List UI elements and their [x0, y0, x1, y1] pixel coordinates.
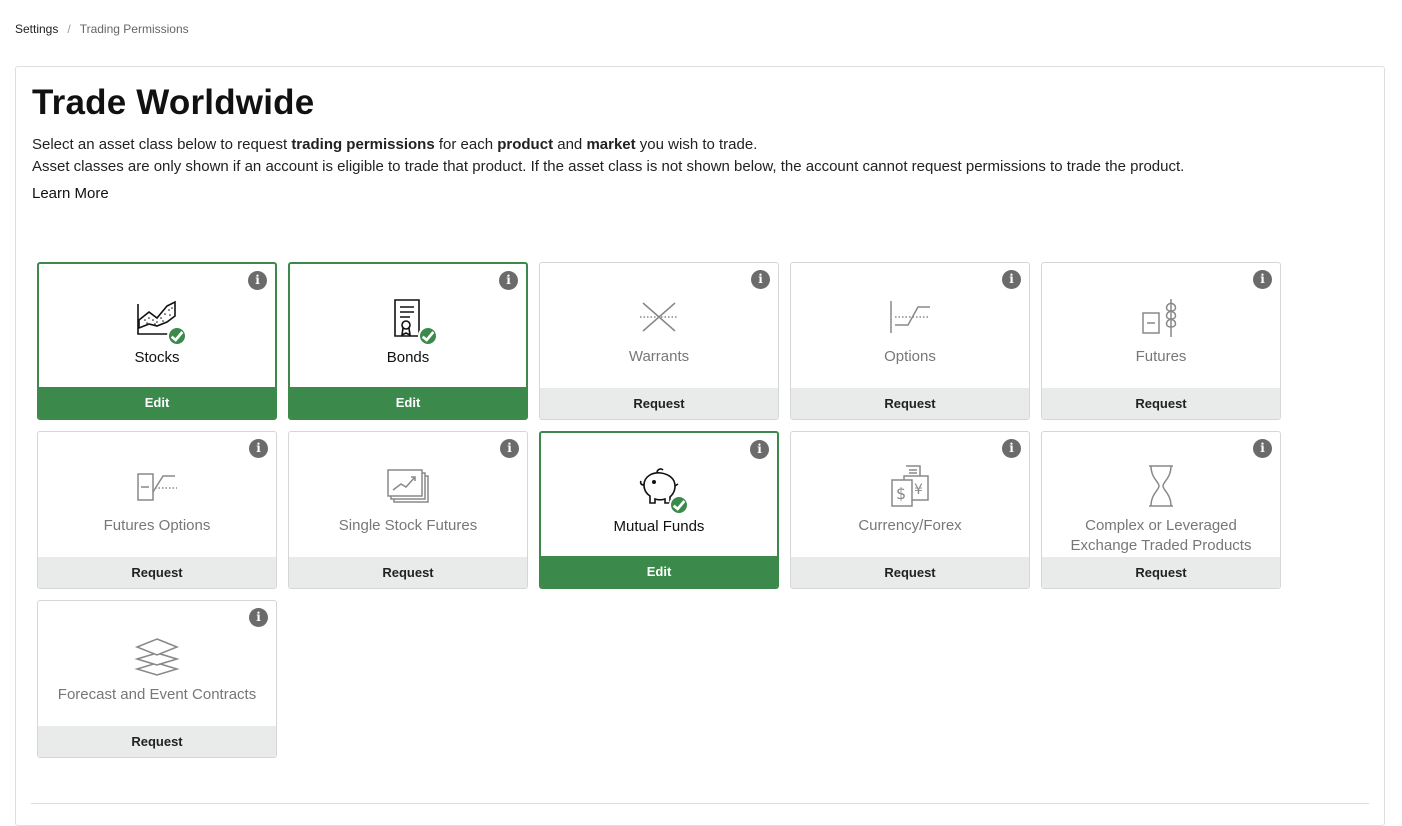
card-body: i Futures Options [38, 432, 276, 557]
card-warrants[interactable]: i Warrants Request [539, 262, 779, 420]
request-button[interactable]: Request [289, 557, 527, 588]
bonds-icon [384, 294, 438, 346]
info-icon[interactable]: i [750, 440, 769, 459]
request-button[interactable]: Request [791, 557, 1029, 588]
layers-icon [133, 631, 181, 679]
description-bold-product: product [497, 136, 554, 153]
card-complex-leveraged-etp[interactable]: i Complex or Leveraged Exchange Traded P… [1041, 431, 1281, 589]
info-icon[interactable]: i [499, 271, 518, 290]
request-button[interactable]: Request [791, 388, 1029, 419]
request-button[interactable]: Request [1042, 557, 1280, 588]
card-label: Options [884, 348, 936, 365]
card-label: Futures Options [103, 517, 211, 534]
description-bold-trading-permissions: trading permissions [291, 136, 435, 153]
request-button[interactable]: Request [1042, 388, 1280, 419]
edit-button[interactable]: Edit [541, 556, 777, 587]
description-text: for each [434, 136, 498, 153]
currency-icon: $ ¥ [886, 462, 934, 510]
request-button[interactable]: Request [38, 557, 276, 588]
card-mutual-funds[interactable]: i Mutual Funds Edit [539, 431, 779, 589]
card-forecast-event-contracts[interactable]: i Forecast and Event Contracts Request [37, 600, 277, 758]
request-button[interactable]: Request [540, 388, 778, 419]
breadcrumb-separator: / [67, 22, 71, 36]
info-icon[interactable]: i [1253, 439, 1272, 458]
card-body: i Options [791, 263, 1029, 388]
card-body: i Bonds [290, 264, 526, 387]
card-futures-options[interactable]: i Futures Options Request [37, 431, 277, 589]
futures-icon [1137, 293, 1185, 341]
card-body: i Complex or Leveraged Exchange Traded P… [1042, 432, 1280, 557]
card-currency-forex[interactable]: i $ ¥ Currency/Forex Request [790, 431, 1030, 589]
warrants-icon [635, 293, 683, 341]
info-icon[interactable]: i [1253, 270, 1272, 289]
card-label-line-1: Complex or Leveraged [1085, 517, 1237, 534]
futures-options-icon [133, 462, 181, 510]
card-body: i Forecast and Event Contracts [38, 601, 276, 726]
trading-permissions-panel: Trade Worldwide Select an asset class be… [15, 66, 1385, 826]
description-line-2: Asset classes are only shown if an accou… [32, 158, 1185, 175]
card-body: i Futures [1042, 263, 1280, 388]
svg-text:¥: ¥ [914, 482, 923, 498]
breadcrumb-settings-link[interactable]: Settings [15, 22, 58, 36]
breadcrumb: Settings / Trading Permissions [15, 22, 189, 36]
card-bonds[interactable]: i Bonds Edit [288, 262, 528, 420]
card-body: i Stocks [39, 264, 275, 387]
description-text: and [553, 136, 587, 153]
card-label: Forecast and Event Contracts [57, 686, 257, 703]
page-title: Trade Worldwide [32, 83, 315, 122]
card-label: Currency/Forex [858, 517, 962, 534]
card-label: Warrants [628, 348, 690, 365]
info-icon[interactable]: i [249, 608, 268, 627]
card-label: Single Stock Futures [338, 517, 478, 534]
card-options[interactable]: i Options Request [790, 262, 1030, 420]
checkmark-icon [167, 326, 187, 346]
hourglass-icon [1137, 462, 1185, 510]
checkmark-icon [418, 326, 438, 346]
single-stock-futures-icon [384, 462, 432, 510]
card-label: Mutual Funds [613, 518, 705, 535]
stocks-icon [133, 294, 187, 346]
page-description: Select an asset class below to request t… [32, 134, 1184, 178]
card-single-stock-futures[interactable]: i Single Stock Futures Request [288, 431, 528, 589]
card-label: Complex or Leveraged Exchange Traded Pro… [1063, 516, 1260, 556]
svg-text:$: $ [896, 484, 906, 503]
piggy-bank-icon [635, 463, 689, 515]
divider [31, 803, 1369, 804]
info-icon[interactable]: i [1002, 270, 1021, 289]
options-icon [886, 293, 934, 341]
description-bold-market: market [586, 136, 636, 153]
card-label-line-2: Exchange Traded Products [1070, 537, 1252, 554]
card-body: i Mutual Funds [541, 433, 777, 556]
card-stocks[interactable]: i Stocks Edit [37, 262, 277, 420]
edit-button[interactable]: Edit [290, 387, 526, 418]
card-body: i Warrants [540, 263, 778, 388]
info-icon[interactable]: i [249, 439, 268, 458]
request-button[interactable]: Request [38, 726, 276, 757]
info-icon[interactable]: i [248, 271, 267, 290]
card-label: Futures [1135, 348, 1187, 365]
description-line-1: Select an asset class below to request t… [32, 134, 1184, 156]
description-text: Select an asset class below to request [32, 136, 292, 153]
breadcrumb-current: Trading Permissions [79, 22, 189, 36]
info-icon[interactable]: i [1002, 439, 1021, 458]
description-text: you wish to trade. [635, 136, 758, 153]
edit-button[interactable]: Edit [39, 387, 275, 418]
card-body: i $ ¥ Currency/Forex [791, 432, 1029, 557]
card-body: i Single Stock Futures [289, 432, 527, 557]
card-futures[interactable]: i Futures Request [1041, 262, 1281, 420]
info-icon[interactable]: i [500, 439, 519, 458]
asset-class-grid: i Stocks Edit i Bonds Edit i Warrants Re… [37, 262, 1281, 758]
learn-more-link[interactable]: Learn More [32, 185, 109, 202]
info-icon[interactable]: i [751, 270, 770, 289]
checkmark-icon [669, 495, 689, 515]
